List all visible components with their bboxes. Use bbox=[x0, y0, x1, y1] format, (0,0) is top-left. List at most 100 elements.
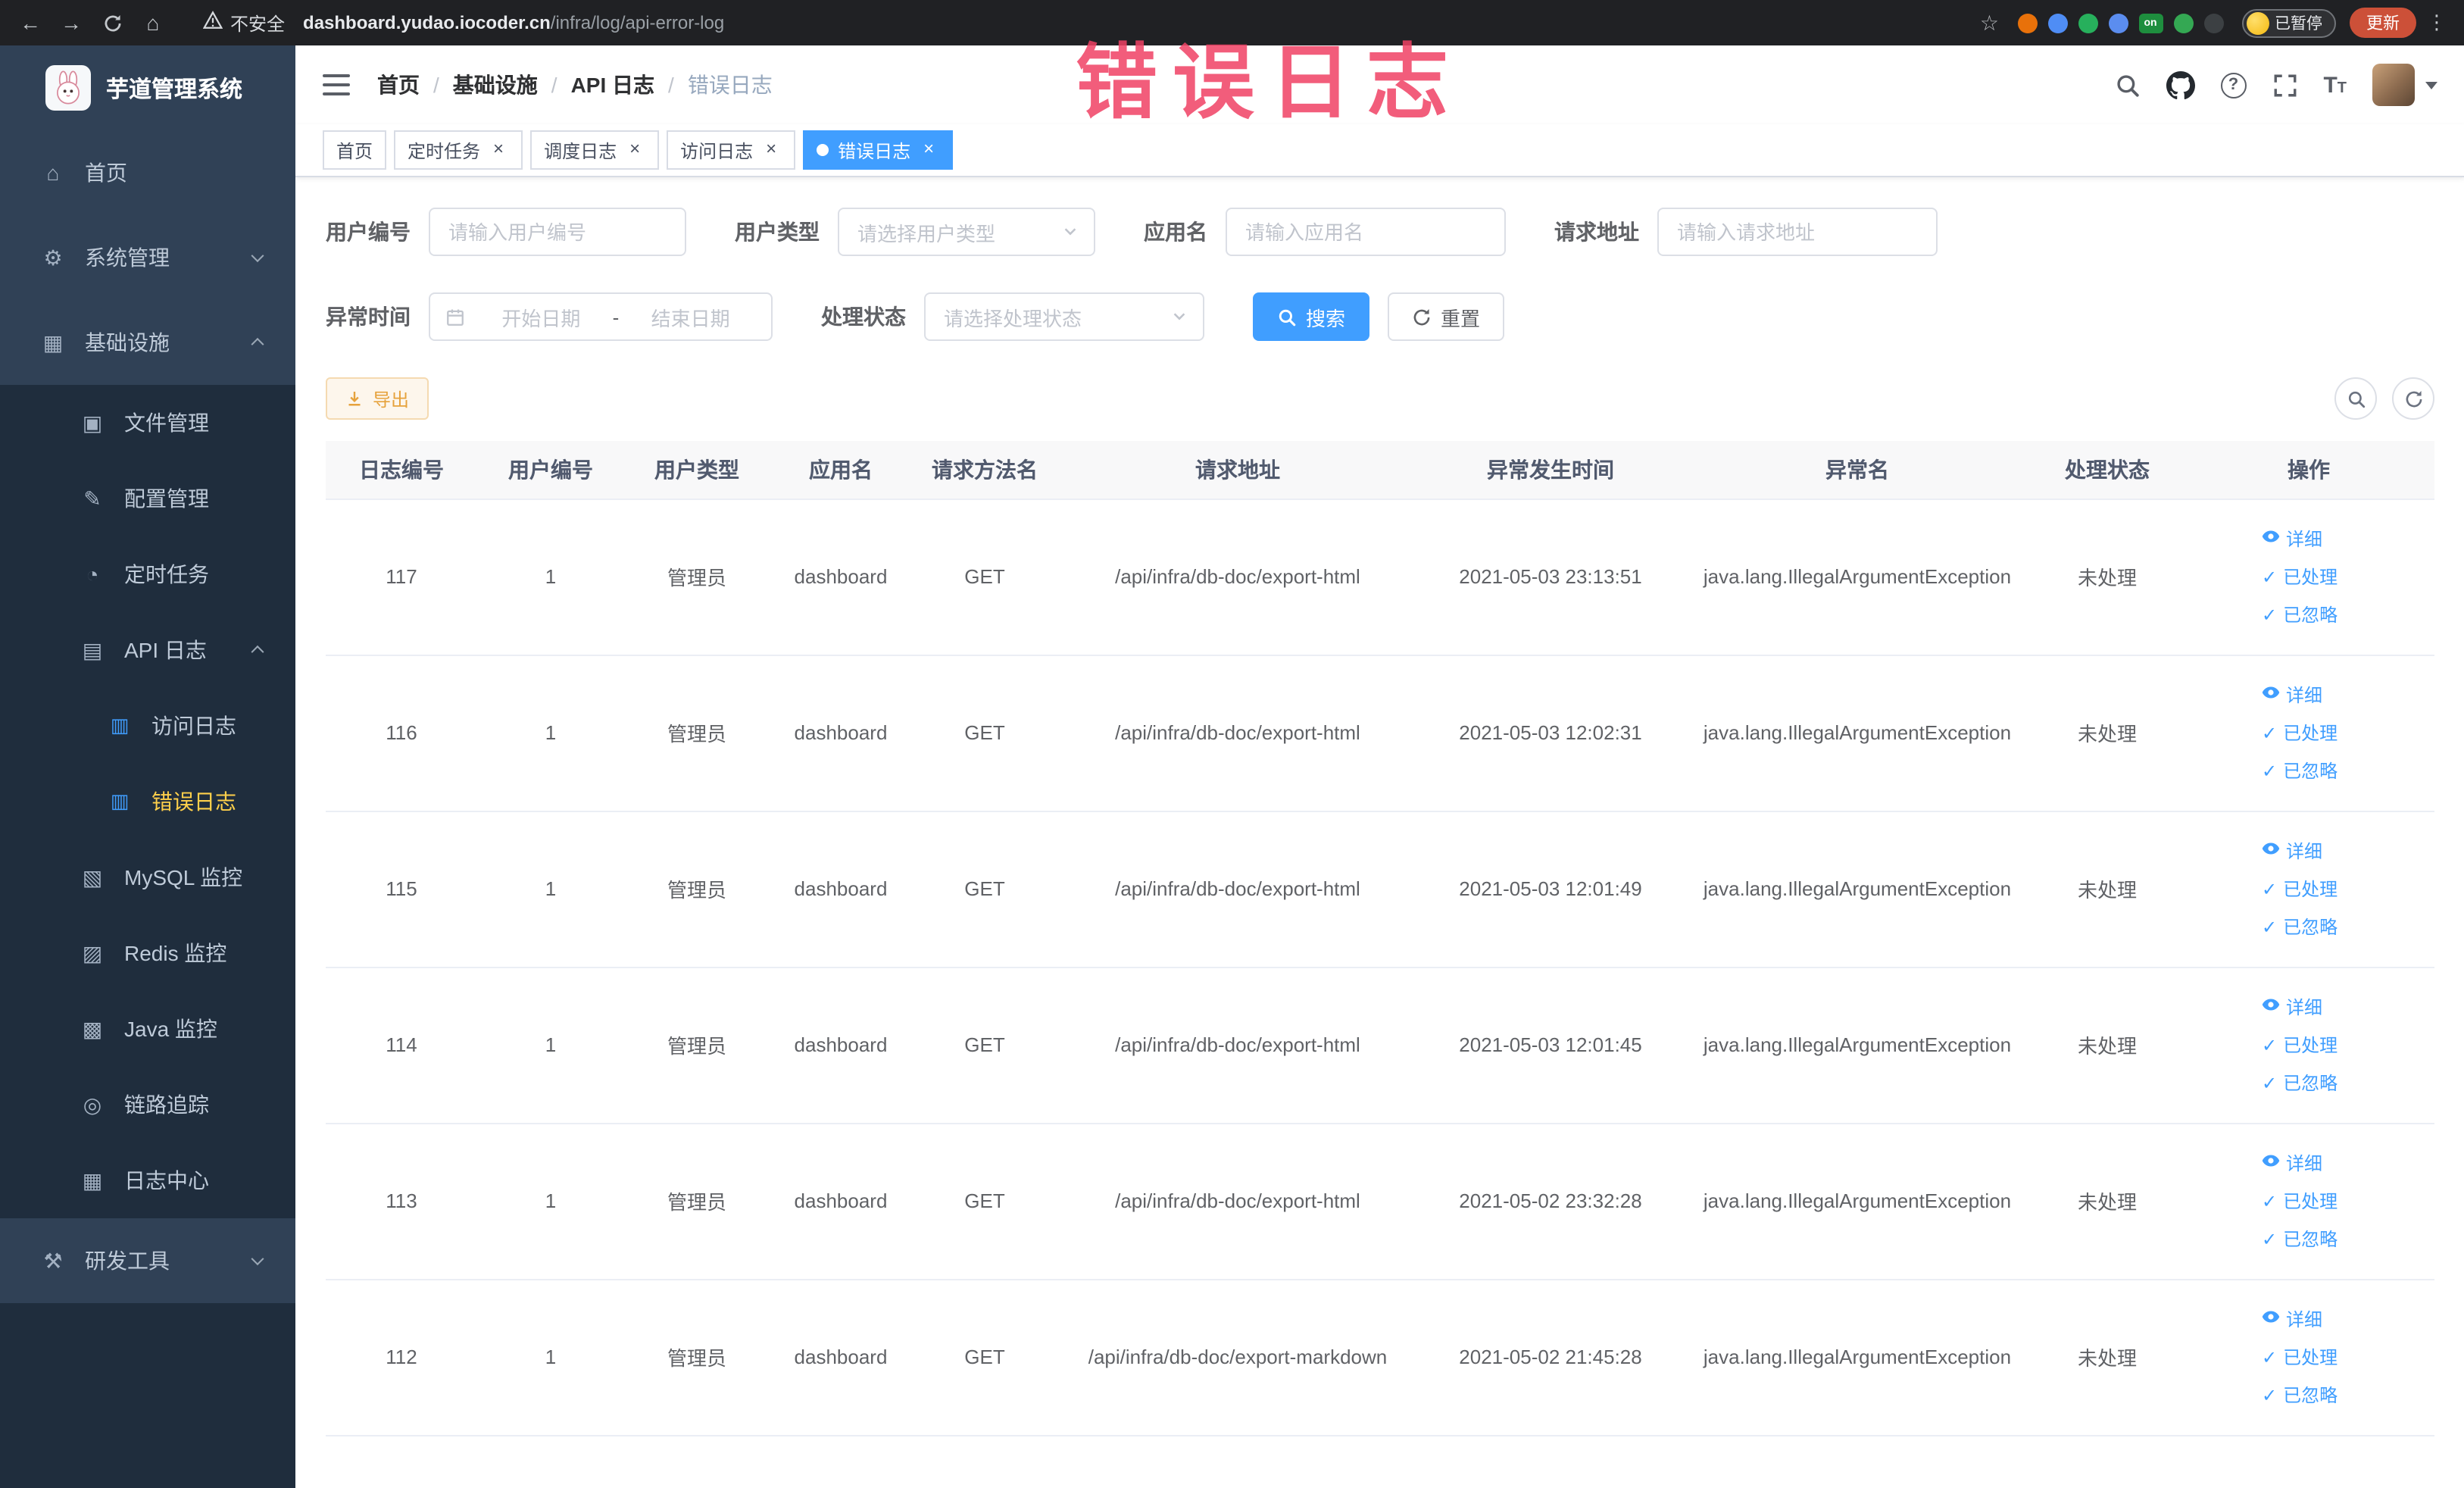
toggle-search-button[interactable] bbox=[2334, 377, 2377, 420]
cell-log-id: 114 bbox=[326, 967, 477, 1124]
action-processed-link[interactable]: ✓ 已处理 bbox=[2262, 1338, 2356, 1376]
sidebar-item-job[interactable]: ◔ 定时任务 bbox=[0, 536, 295, 612]
reload-icon[interactable] bbox=[97, 8, 127, 38]
profile-chip[interactable]: 已暂停 bbox=[2241, 8, 2336, 37]
sidebar-item-home[interactable]: ⌂ 首页 bbox=[0, 130, 295, 215]
user-id-input[interactable] bbox=[429, 208, 686, 256]
action-processed-link[interactable]: ✓ 已处理 bbox=[2262, 870, 2356, 908]
action-detail-link[interactable]: 详细 bbox=[2262, 1144, 2356, 1182]
sidebar-item-label: Redis 监控 bbox=[124, 941, 227, 965]
doc-icon: ▥ bbox=[110, 714, 130, 736]
ext-green-circle-icon[interactable] bbox=[2078, 13, 2097, 33]
user-type-select[interactable]: 请选择用户类型 bbox=[838, 208, 1095, 256]
export-button[interactable]: 导出 bbox=[326, 377, 429, 420]
search-button[interactable]: 搜索 bbox=[1253, 292, 1370, 341]
forward-icon[interactable]: → bbox=[56, 8, 86, 38]
update-button[interactable]: 更新 bbox=[2350, 8, 2416, 38]
process-status-select[interactable]: 请选择处理状态 bbox=[924, 292, 1204, 341]
ext-orange-ball-icon[interactable] bbox=[2017, 13, 2037, 33]
hamburger-icon[interactable] bbox=[323, 74, 350, 95]
cell-user-type: 管理员 bbox=[624, 967, 770, 1124]
cell-method: GET bbox=[912, 967, 1057, 1124]
table-row: 113 1 管理员 dashboard GET/api/infra/db-doc/exp… bbox=[326, 1123, 2434, 1280]
browser-chrome: ← → ⌂ 不安全 dashboard.yudao.iocoder.cn/inf… bbox=[0, 0, 2464, 45]
tab-access-log[interactable]: 访问日志 × bbox=[667, 130, 796, 170]
security-indicator[interactable]: 不安全 bbox=[202, 10, 285, 36]
sidebar-item-api-log[interactable]: ▤ API 日志 bbox=[0, 612, 295, 688]
reset-button[interactable]: 重置 bbox=[1388, 292, 1505, 341]
action-ignored-link[interactable]: ✓ 已忽略 bbox=[2262, 1064, 2356, 1102]
font-size-icon[interactable]: TT bbox=[2323, 72, 2347, 98]
sidebar-item-redis[interactable]: ▨ Redis 监控 bbox=[0, 915, 295, 991]
ext-on-badge-icon[interactable]: on bbox=[2138, 13, 2163, 33]
fullscreen-icon[interactable] bbox=[2272, 72, 2297, 98]
breadcrumb-separator: / bbox=[551, 73, 557, 97]
search-icon[interactable] bbox=[2114, 72, 2140, 98]
tab-close-icon[interactable]: × bbox=[624, 139, 645, 161]
sidebar-item-java[interactable]: ▩ Java 监控 bbox=[0, 991, 295, 1067]
action-detail-link[interactable]: 详细 bbox=[2262, 1300, 2356, 1338]
ext-blue-drop-icon[interactable] bbox=[2047, 13, 2067, 33]
tab-close-icon[interactable]: × bbox=[488, 139, 509, 161]
cell-app-name: dashboard bbox=[770, 655, 912, 811]
sidebar-item-file[interactable]: ▣ 文件管理 bbox=[0, 385, 295, 461]
ext-blue-grid-icon[interactable] bbox=[2108, 13, 2128, 33]
action-processed-link[interactable]: ✓ 已处理 bbox=[2262, 1026, 2356, 1064]
breadcrumb-item-infra[interactable]: 基础设施 bbox=[453, 70, 538, 100]
sidebar-item-access-log[interactable]: ▥ 访问日志 bbox=[0, 688, 295, 764]
action-detail-link[interactable]: 详细 bbox=[2262, 676, 2356, 714]
sidebar-item-infra[interactable]: ▦ 基础设施 bbox=[0, 300, 295, 385]
sidebar-item-mysql[interactable]: ▧ MySQL 监控 bbox=[0, 839, 295, 915]
user-menu[interactable] bbox=[2372, 64, 2437, 106]
action-processed-link[interactable]: ✓ 已处理 bbox=[2262, 714, 2356, 752]
help-icon[interactable]: ? bbox=[2220, 72, 2247, 98]
github-icon[interactable] bbox=[2166, 70, 2195, 99]
action-ignored-link[interactable]: ✓ 已忽略 bbox=[2262, 1220, 2356, 1258]
sidebar-item-system[interactable]: ⚙ 系统管理 bbox=[0, 215, 295, 300]
action-label: 详细 bbox=[2286, 1309, 2323, 1330]
bookmark-star-icon[interactable]: ☆ bbox=[1980, 10, 1999, 36]
action-label: 已处理 bbox=[2283, 723, 2338, 744]
sidebar-item-label: API 日志 bbox=[124, 638, 207, 662]
mysql-icon: ▧ bbox=[82, 864, 103, 889]
tab-error-log[interactable]: 错误日志 × bbox=[803, 130, 954, 170]
action-processed-link[interactable]: ✓ 已处理 bbox=[2262, 558, 2356, 596]
sidebar-item-error-log[interactable]: ▥ 错误日志 bbox=[0, 764, 295, 839]
home-icon[interactable]: ⌂ bbox=[138, 8, 168, 38]
ext-dark-pin-icon[interactable] bbox=[2203, 13, 2223, 33]
cell-user-type: 管理员 bbox=[624, 1279, 770, 1436]
breadcrumb-item-api-log[interactable]: API 日志 bbox=[571, 70, 654, 100]
sidebar-item-log-center[interactable]: ▦ 日志中心 bbox=[0, 1143, 295, 1218]
sidebar-item-label: 基础设施 bbox=[85, 330, 170, 355]
address-url[interactable]: dashboard.yudao.iocoder.cn/infra/log/api… bbox=[303, 12, 724, 33]
tab-home[interactable]: 首页 bbox=[323, 130, 387, 170]
action-ignored-link[interactable]: ✓ 已忽略 bbox=[2262, 752, 2356, 789]
check-icon: ✓ bbox=[2262, 1190, 2278, 1211]
ext-green-leaf-icon[interactable] bbox=[2173, 13, 2193, 33]
app-title: 芋道管理系统 bbox=[106, 77, 243, 102]
action-ignored-link[interactable]: ✓ 已忽略 bbox=[2262, 596, 2356, 633]
error-log-table: 日志编号 用户编号 用户类型 应用名 请求方法名 请求地址 异常发生时间 异常名 处理状态 操作 … bbox=[326, 441, 2434, 1436]
app-name-input[interactable] bbox=[1226, 208, 1506, 256]
tab-job[interactable]: 定时任务 × bbox=[394, 130, 523, 170]
tab-close-icon[interactable]: × bbox=[918, 139, 939, 161]
action-ignored-link[interactable]: ✓ 已忽略 bbox=[2262, 1376, 2356, 1414]
back-icon[interactable]: ← bbox=[15, 8, 45, 38]
action-processed-link[interactable]: ✓ 已处理 bbox=[2262, 1182, 2356, 1220]
breadcrumb-item-home[interactable]: 首页 bbox=[377, 70, 420, 100]
system-icon: ⚙ bbox=[43, 245, 63, 269]
sidebar-item-trace[interactable]: ◎ 链路追踪 bbox=[0, 1067, 295, 1143]
request-url-input[interactable] bbox=[1657, 208, 1938, 256]
sidebar-item-config[interactable]: ✎ 配置管理 bbox=[0, 461, 295, 536]
tab-job-log[interactable]: 调度日志 × bbox=[530, 130, 660, 170]
menu-kebab-icon[interactable]: ⋮ bbox=[2427, 11, 2447, 35]
action-detail-link[interactable]: 详细 bbox=[2262, 520, 2356, 558]
action-detail-link[interactable]: 详细 bbox=[2262, 832, 2356, 870]
tab-close-icon[interactable]: × bbox=[760, 139, 782, 161]
action-detail-link[interactable]: 详细 bbox=[2262, 988, 2356, 1026]
sidebar-item-dev-tools[interactable]: ⚒ 研发工具 bbox=[0, 1218, 295, 1303]
action-ignored-link[interactable]: ✓ 已忽略 bbox=[2262, 908, 2356, 946]
exception-time-range-picker[interactable]: 开始日期 - 结束日期 bbox=[429, 292, 773, 341]
refresh-button[interactable] bbox=[2392, 377, 2434, 420]
sidebar-item-label: Java 监控 bbox=[124, 1017, 217, 1041]
